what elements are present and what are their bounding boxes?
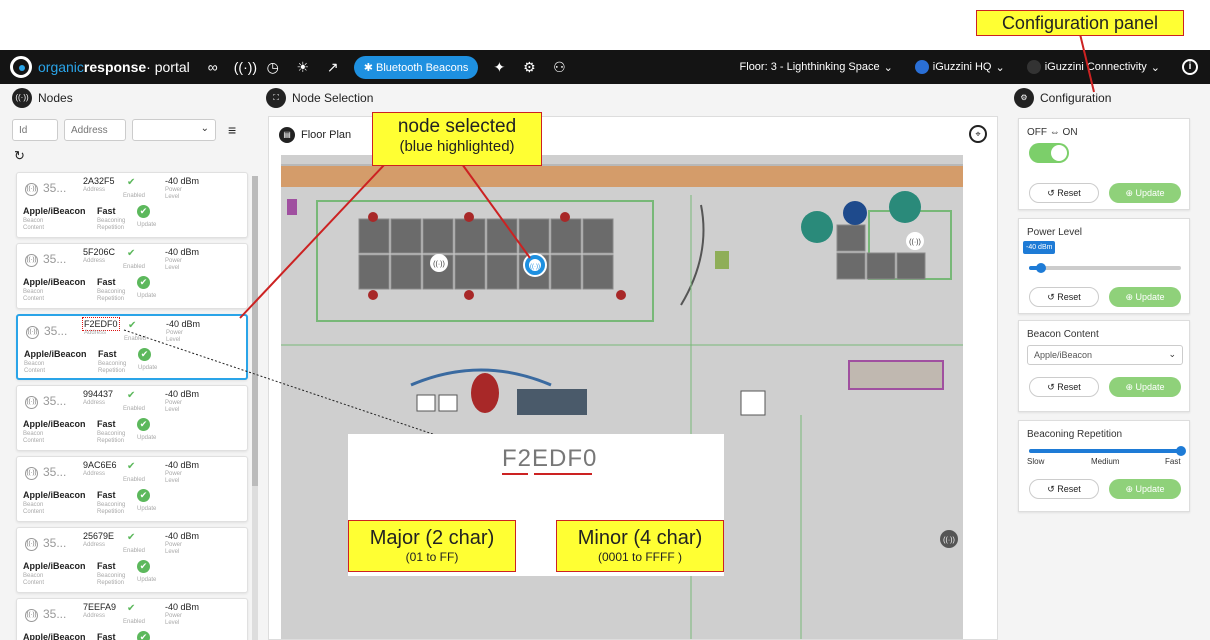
annotation-major: Major (2 char) (01 to FF) bbox=[348, 520, 516, 572]
page: organicresponse· portal ∞ ((·)) ◷ ☀ ↗ ✱ … bbox=[0, 0, 1210, 640]
annotation-major-line1: Major (2 char) bbox=[369, 527, 495, 549]
annotation-minor-line2: (0001 to FFFF ) bbox=[597, 550, 683, 564]
annotation-minor-line1: Minor (4 char) bbox=[577, 527, 703, 549]
annotation-major-line2: (01 to FF) bbox=[405, 550, 459, 564]
annotation-minor: Minor (4 char) (0001 to FFFF ) bbox=[556, 520, 724, 572]
